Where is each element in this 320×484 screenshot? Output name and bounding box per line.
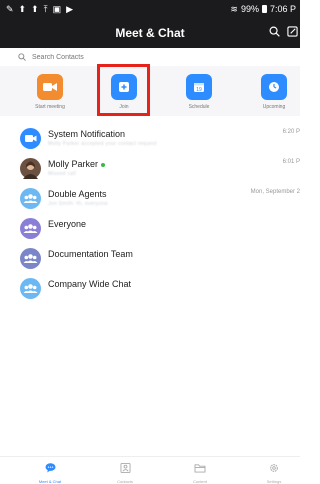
chat-name-text: Molly Parker (48, 159, 99, 169)
action-label: Schedule (188, 104, 210, 110)
play-icon: ▶ (66, 3, 74, 14)
chat-name: Documentation Team (48, 249, 133, 259)
list-item[interactable]: Company Wide Chat (0, 274, 300, 300)
tab-content[interactable]: Content (180, 460, 220, 484)
schedule-button[interactable]: 19 Schedule (174, 74, 224, 110)
search-icon (18, 48, 26, 66)
chat-preview: Jon Smith: Hi, everyone (48, 201, 108, 207)
search-bar[interactable] (0, 48, 300, 67)
chat-name: Double Agents (48, 189, 107, 199)
tab-label: Contacts (117, 479, 133, 484)
tool-icon: ✎ (6, 3, 14, 14)
page-title: Meet & Chat (115, 26, 185, 40)
list-item[interactable]: System Notification Molly Parker accepte… (0, 124, 300, 150)
battery-icon (261, 5, 267, 13)
chat-name: Everyone (48, 219, 87, 229)
chat-time: Mon, September 2 (250, 189, 300, 195)
tab-meet-chat[interactable]: Meet & Chat (30, 460, 70, 484)
quick-actions: Start meeting Join 19 Schedule Upcoming (0, 66, 300, 116)
gear-icon (269, 460, 279, 478)
video-icon (20, 128, 41, 149)
group-icon (20, 278, 41, 299)
status-bar: ✎ ⬆ ⬆ ⤒ ▣ ▶ ≋ 99% 7:06 P (0, 0, 300, 18)
chat-time: 6:20 P (282, 129, 300, 135)
online-status-dot (101, 162, 106, 167)
chat-bubble-icon (45, 460, 56, 478)
clock-time: 7:06 P (269, 4, 296, 14)
join-highlight-box (97, 64, 150, 116)
folder-icon (194, 460, 206, 478)
svg-text:19: 19 (196, 87, 202, 93)
image-icon: ▣ (52, 3, 62, 14)
upcoming-button[interactable]: Upcoming (249, 74, 299, 110)
list-item[interactable]: Molly Parker Missed call 6:01 P (0, 154, 300, 180)
contacts-icon (120, 460, 131, 478)
action-label: Start meeting (35, 104, 65, 110)
video-camera-icon (37, 74, 63, 100)
action-label: Upcoming (262, 104, 286, 110)
chat-name: System Notification (48, 129, 126, 139)
group-icon (20, 218, 41, 239)
group-icon (20, 248, 41, 269)
alert-icon: ⬆ (18, 3, 27, 14)
group-icon (20, 188, 41, 209)
chat-preview: Molly Parker accepted your contact reque… (48, 141, 157, 147)
tab-label: Meet & Chat (38, 479, 62, 484)
list-item[interactable]: Double Agents Jon Smith: Hi, everyone Mo… (0, 184, 300, 210)
wifi-icon: ≋ (230, 3, 238, 14)
battery-level: 99% (240, 4, 259, 14)
notification-icons: ✎ ⬆ ⬆ ⤒ ▣ ▶ (0, 4, 73, 15)
chat-name: Molly Parker (48, 159, 106, 169)
tab-label: Content (192, 479, 207, 484)
alert-icon: ⬆ (31, 3, 39, 14)
tab-contacts[interactable]: Contacts (105, 460, 145, 484)
calendar-icon: 19 (186, 74, 212, 100)
start-meeting-button[interactable]: Start meeting (25, 74, 75, 110)
compose-icon[interactable] (287, 24, 298, 42)
search-icon[interactable] (269, 24, 280, 42)
tab-settings[interactable]: Settings (254, 460, 294, 484)
clock-icon (261, 74, 287, 100)
bottom-tab-bar: Meet & Chat Contacts Content Settings (0, 456, 300, 484)
app-header: Meet & Chat (0, 18, 300, 48)
list-item[interactable]: Documentation Team (0, 244, 300, 270)
tab-label: Settings (266, 479, 282, 484)
avatar (20, 158, 41, 179)
list-item[interactable]: Everyone (0, 214, 300, 240)
chat-preview: Missed call (48, 171, 77, 177)
search-input[interactable] (30, 52, 234, 62)
chat-name: Company Wide Chat (48, 279, 132, 289)
upload-icon: ⤒ (43, 3, 48, 14)
chat-time: 6:01 P (282, 159, 300, 165)
